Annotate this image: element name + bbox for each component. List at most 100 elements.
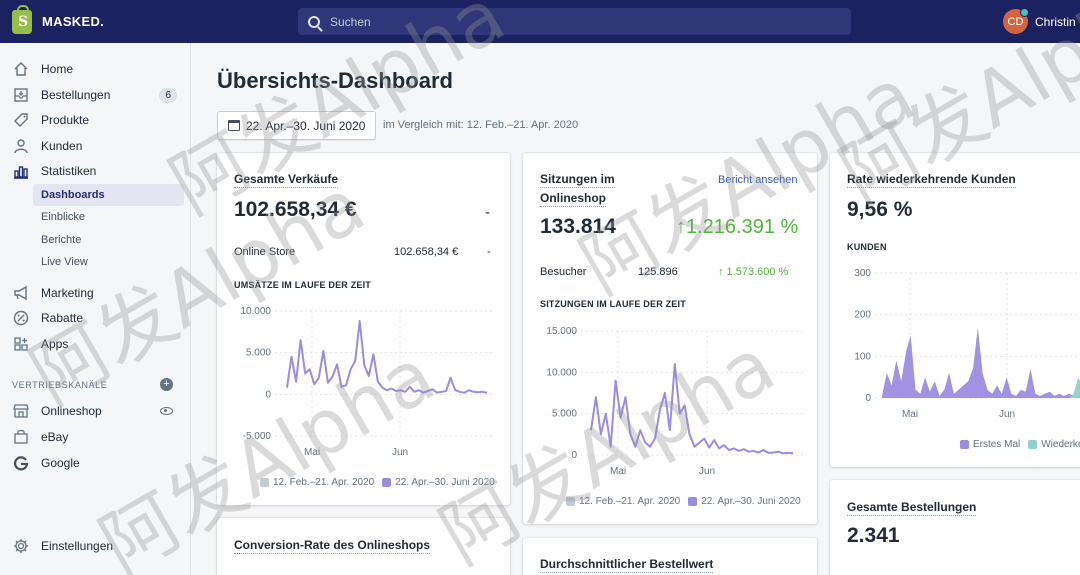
y-tick-label: 300 bbox=[854, 268, 871, 279]
sidebar-item-google[interactable]: Google bbox=[0, 451, 191, 475]
y-tick-label: 5.000 bbox=[552, 409, 577, 420]
legend-swatch-current bbox=[382, 478, 392, 487]
tag-icon bbox=[12, 112, 29, 129]
sidebar-item-apps[interactable]: Apps bbox=[0, 332, 191, 356]
online-store-previous: - bbox=[487, 246, 491, 258]
online-store-label: Online Store bbox=[234, 246, 296, 258]
calendar-icon bbox=[228, 120, 240, 131]
card-sessions: Sitzungen im Onlineshop Bericht ansehen … bbox=[523, 153, 817, 524]
add-channel-icon[interactable]: + bbox=[160, 378, 173, 391]
sales-channels-heading: VERTRIEBSKANÄLE bbox=[12, 380, 108, 390]
sessions-value: 133.814 bbox=[540, 215, 616, 238]
series-line-0 bbox=[286, 320, 488, 394]
y-tick-label: 5.000 bbox=[246, 348, 271, 359]
card-average-order-value: Durchschnittlicher Bestellwert bbox=[523, 538, 817, 575]
sidebar-item-customers[interactable]: Kunden bbox=[0, 134, 191, 158]
card-title-average-order-value[interactable]: Durchschnittlicher Bestellwert bbox=[540, 557, 714, 573]
person-icon bbox=[12, 138, 29, 155]
legend-swatch-previous bbox=[566, 497, 575, 506]
card-title-total-sales[interactable]: Gesamte Verkäufe bbox=[234, 172, 339, 188]
x-tick-label: Jun bbox=[392, 447, 408, 458]
sidebar-item-home[interactable]: Home bbox=[0, 57, 191, 81]
user-name[interactable]: Christin bbox=[1035, 15, 1076, 29]
sidebar-item-analytics[interactable]: Statistiken bbox=[0, 159, 191, 183]
search-icon bbox=[308, 15, 320, 28]
sessions-change: ↑1.216.391 % bbox=[676, 216, 799, 238]
sidebar-subitem-live-view[interactable]: Live View bbox=[33, 251, 184, 273]
sidebar-item-marketing[interactable]: Marketing bbox=[0, 281, 191, 305]
card-title-returning-rate[interactable]: Rate wiederkehrende Kunden bbox=[847, 172, 1016, 188]
avatar[interactable]: CD bbox=[1003, 8, 1029, 34]
total-sales-previous: - bbox=[485, 204, 490, 221]
google-icon bbox=[12, 455, 29, 472]
card-title-conversion-rate[interactable]: Conversion-Rate des Onlineshops bbox=[234, 538, 431, 554]
legend-label-previous: 12. Feb.–21. Apr. 2020 bbox=[273, 477, 375, 488]
x-tick-label: Mai bbox=[304, 447, 320, 458]
card-returning-customer-rate: Rate wiederkehrende Kunden 9,56 % KUNDEN… bbox=[830, 153, 1080, 467]
bar-chart-icon bbox=[12, 163, 29, 180]
sidebar-item-online-store[interactable]: Onlineshop bbox=[0, 399, 191, 423]
card-title-total-orders[interactable]: Gesamte Bestellungen bbox=[847, 500, 977, 516]
returning-rate-value: 9,56 % bbox=[847, 198, 913, 221]
card-total-orders: Gesamte Bestellungen 2.341 bbox=[830, 480, 1080, 575]
x-tick-label: Mai bbox=[610, 466, 626, 477]
search-bar[interactable] bbox=[298, 8, 851, 35]
x-tick-label: Jun bbox=[699, 466, 715, 477]
home-icon bbox=[12, 61, 29, 78]
y-tick-label: 10.000 bbox=[546, 367, 577, 378]
customers-area-chart: 300 200 100 0 Mai Jun bbox=[854, 268, 1080, 420]
date-range-label: 22. Apr.–30. Juni 2020 bbox=[246, 118, 366, 133]
series-area-0 bbox=[882, 327, 1080, 398]
visitors-value: 125.896 bbox=[638, 266, 678, 278]
visitors-change: ↑ 1.573.600 % bbox=[718, 266, 789, 278]
sales-legend: 12. Feb.–21. Apr. 2020 22. Apr.–30. Juni… bbox=[252, 477, 495, 488]
comparison-text: im Vergleich mit: 12. Feb.–21. Apr. 2020 bbox=[383, 119, 579, 131]
legend-label-first-time: Erstes Mal bbox=[973, 439, 1021, 450]
sessions-chart-title: SITZUNGEN IM LAUFE DER ZEIT bbox=[540, 299, 686, 309]
sidebar-item-discounts[interactable]: Rabatte bbox=[0, 306, 191, 330]
legend-label-current: 22. Apr.–30. Juni 2020 bbox=[395, 477, 495, 488]
date-range-button[interactable]: 22. Apr.–30. Juni 2020 bbox=[217, 111, 377, 140]
view-online-store-icon[interactable] bbox=[160, 407, 173, 415]
discount-icon bbox=[12, 310, 29, 327]
legend-swatch-current bbox=[688, 497, 698, 506]
sidebar-subitem-insights[interactable]: Einblicke bbox=[33, 206, 184, 228]
sidebar-subitem-reports[interactable]: Berichte bbox=[33, 229, 184, 251]
y-tick-label: 10.000 bbox=[240, 306, 271, 317]
search-input[interactable] bbox=[330, 14, 830, 29]
sidebar-subitem-dashboards[interactable]: Dashboards bbox=[33, 184, 184, 206]
card-conversion-rate: Conversion-Rate des Onlineshops bbox=[217, 518, 510, 575]
card-title-sessions[interactable]: Sitzungen im bbox=[540, 172, 615, 188]
legend-swatch-returning bbox=[1028, 440, 1038, 449]
sessions-legend: 12. Feb.–21. Apr. 2020 22. Apr.–30. Juni… bbox=[558, 496, 801, 507]
sales-chart-title: UMSÄTZE IM LAUFE DER ZEIT bbox=[234, 280, 371, 290]
legend-swatch-previous bbox=[260, 478, 269, 487]
user-menu[interactable]: CD Christin bbox=[1003, 8, 1076, 34]
shop-name[interactable]: MASKED. bbox=[42, 14, 104, 29]
orders-icon bbox=[12, 87, 29, 104]
y-tick-label: 0 bbox=[571, 450, 577, 461]
y-tick-label: 200 bbox=[854, 310, 871, 321]
sessions-line-chart: 15.000 10.000 5.000 0 Mai Jun bbox=[546, 326, 803, 477]
online-store-value: 102.658,34 € bbox=[394, 246, 459, 258]
legend-swatch-first-time bbox=[960, 440, 969, 449]
top-bar: S MASKED. CD Christin bbox=[0, 0, 1080, 43]
store-icon bbox=[12, 403, 29, 420]
sidebar-item-orders[interactable]: Bestellungen 6 bbox=[0, 83, 191, 107]
visitors-label: Besucher bbox=[540, 266, 587, 278]
sidebar-item-settings[interactable]: Einstellungen bbox=[0, 534, 191, 558]
page-title: Übersichts-Dashboard bbox=[217, 68, 453, 93]
sidebar-item-products[interactable]: Produkte bbox=[0, 108, 191, 132]
shop-logo[interactable]: S MASKED. bbox=[12, 4, 292, 34]
sidebar-item-ebay[interactable]: eBay bbox=[0, 425, 191, 449]
sales-line-chart: 10.000 5.000 0 -5.000 Mai Jun bbox=[240, 306, 492, 458]
sidebar: Home Bestellungen 6 Produkte Kunden Stat… bbox=[0, 43, 191, 575]
y-tick-label: 100 bbox=[854, 351, 871, 362]
y-tick-label: 0 bbox=[865, 393, 871, 404]
megaphone-icon bbox=[12, 285, 29, 302]
x-tick-label: Mai bbox=[902, 409, 918, 420]
orders-count-badge: 6 bbox=[159, 87, 177, 103]
card-title-sessions-line2[interactable]: Onlineshop bbox=[540, 191, 606, 207]
y-tick-label: 0 bbox=[265, 389, 271, 400]
view-report-link[interactable]: Bericht ansehen bbox=[718, 174, 798, 186]
